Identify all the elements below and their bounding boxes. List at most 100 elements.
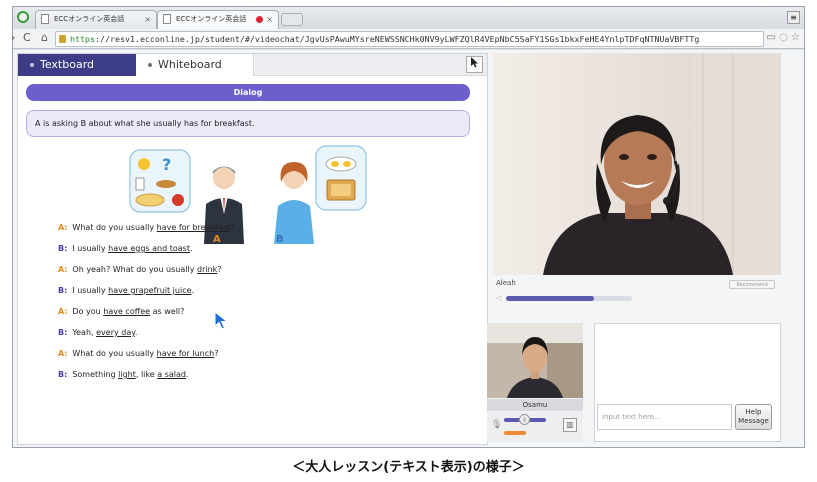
settings-grid-icon[interactable]: ▥ [563, 418, 577, 432]
line-text: ? [217, 265, 222, 274]
board-tabs: Textboard Whiteboard [18, 54, 487, 76]
speaker-a-label: A [213, 234, 221, 245]
speaker-colon: : [64, 370, 68, 379]
speaker-icon[interactable]: ◁ [496, 294, 501, 302]
speaker-colon: : [64, 328, 68, 337]
line-text: ? [230, 223, 235, 232]
tab-textboard[interactable]: Textboard [18, 54, 136, 76]
tab-dot-icon [30, 63, 34, 67]
target-phrase: have for breakfast [156, 223, 231, 232]
tab-whiteboard[interactable]: Whiteboard [136, 54, 254, 76]
mouse-cursor-icon [214, 311, 229, 330]
close-tab-icon[interactable]: × [266, 11, 273, 28]
dialog-line: A: Do you have coffee as well? [58, 307, 184, 316]
mic-volume-knob[interactable]: ||| [519, 414, 530, 425]
dialog-line: B: Something light, like a salad. [58, 370, 188, 379]
line-text: . [191, 286, 195, 295]
target-phrase: a salad [157, 370, 186, 379]
dialog-line: A: Oh yeah? What do you usually drink? [58, 265, 222, 274]
self-video-frame [487, 323, 583, 398]
line-text: Do you [72, 307, 104, 316]
teacher-volume-fill [506, 296, 595, 301]
textboard-panel: Textboard Whiteboard Dialog A is asking … [17, 53, 488, 445]
line-text: Oh yeah? What do you usually [72, 265, 197, 274]
target-phrase: have for lunch [156, 349, 215, 358]
line-text: ? [214, 349, 219, 358]
speaker-colon: : [64, 223, 68, 232]
url-text: ://resv1.ecconline.jp/student/#/videocha… [94, 34, 700, 44]
line-text: . [185, 370, 189, 379]
help-message-label-2: Message [738, 417, 769, 425]
home-icon[interactable]: ⌂ [41, 31, 48, 44]
tab-dot-icon [148, 63, 152, 67]
line-text: . [189, 244, 193, 253]
speaker-colon: : [64, 286, 68, 295]
tab-strip: ECCオンライン英会話 × ECCオンライン英会話 × ≡ [13, 7, 804, 29]
speaker-colon: : [64, 244, 68, 253]
teacher-volume-slider[interactable] [506, 296, 632, 301]
page-viewport: Textboard Whiteboard Dialog A is asking … [13, 50, 804, 447]
line-text: Something [72, 370, 119, 379]
line-text: . [134, 328, 138, 337]
pointer-tool-button[interactable] [466, 56, 483, 73]
dialog-line: A: What do you usually have for breakfast… [58, 223, 234, 232]
target-phrase: have eggs and toast [108, 244, 190, 253]
address-bar[interactable]: https://resv1.ecconline.jp/student/#/vid… [55, 31, 764, 47]
pointer-icon [471, 57, 478, 68]
browser-toolbar: › C ⌂ https://resv1.ecconline.jp/student… [11, 29, 804, 49]
self-video [487, 323, 583, 398]
browser-tab-2-title: ECCオンライン英会話 [176, 15, 247, 23]
browser-tab-1-title: ECCオンライン英会話 [54, 15, 125, 23]
recording-icon [256, 16, 263, 23]
help-message-label-1: Help [745, 408, 762, 416]
page-icon [41, 14, 49, 24]
speaker-colon: : [64, 307, 68, 316]
teacher-video-frame [493, 53, 781, 275]
self-name: Osamu [487, 399, 583, 411]
dialog-line: B: Yeah, every day. [58, 328, 137, 337]
mic-level-bar [504, 431, 526, 435]
chrome-logo-icon [17, 11, 29, 23]
recommend-button[interactable]: Recommend [729, 280, 775, 289]
url-scheme: https [70, 34, 95, 44]
browser-tab-2[interactable]: ECCオンライン英会話 × [157, 10, 279, 29]
target-phrase: drink [197, 265, 218, 274]
line-text: Yeah, [72, 328, 97, 337]
speaker-colon: : [64, 349, 68, 358]
svg-text:?: ? [162, 155, 171, 174]
dialog-line: A: What do you usually have for lunch? [58, 349, 218, 358]
teacher-name: Aleah [496, 279, 516, 287]
page-icon [163, 14, 171, 24]
target-phrase: have grapefruit juice [108, 286, 192, 295]
teacher-video [493, 53, 781, 275]
browser-window: ECCオンライン英会話 × ECCオンライン英会話 × ≡ › C ⌂ http… [11, 6, 805, 448]
tab-whiteboard-label: Whiteboard [158, 58, 222, 71]
dialog-line: B: I usually have grapefruit juice. [58, 286, 194, 295]
line-text: , like [135, 370, 158, 379]
situation-text: A is asking B about what she usually has… [26, 110, 470, 137]
close-tab-icon[interactable]: × [144, 11, 151, 28]
chat-input[interactable] [597, 404, 732, 430]
target-phrase: light [118, 370, 136, 379]
speaker-b-label: B [276, 234, 284, 245]
line-text: I usually [72, 286, 109, 295]
dialog-line: B: I usually have eggs and toast. [58, 244, 193, 253]
tab-textboard-label: Textboard [40, 58, 95, 71]
browser-tab-1[interactable]: ECCオンライン英会話 × [35, 10, 157, 29]
target-phrase: have coffee [103, 307, 151, 316]
extension-icons[interactable]: ▭ ◌ ☆ [767, 32, 801, 43]
help-message-button[interactable]: Help Message [735, 404, 772, 430]
image-caption: ＜大人レッスン(テキスト表示)の様子＞ [292, 460, 525, 475]
line-text: What do you usually [72, 223, 157, 232]
speaker-colon: : [64, 265, 68, 274]
microphone-icon[interactable]: 🎙 [491, 420, 502, 430]
line-text: I usually [72, 244, 109, 253]
back-icon[interactable]: › [11, 31, 15, 44]
window-menu-icon[interactable]: ≡ [787, 11, 800, 24]
line-text: as well? [150, 307, 185, 316]
new-tab-button[interactable] [281, 13, 303, 26]
line-text: What do you usually [72, 349, 157, 358]
lock-icon [59, 35, 66, 43]
reload-icon[interactable]: C [23, 31, 31, 44]
self-controls: 🎙 ||| ▥ [487, 412, 583, 442]
